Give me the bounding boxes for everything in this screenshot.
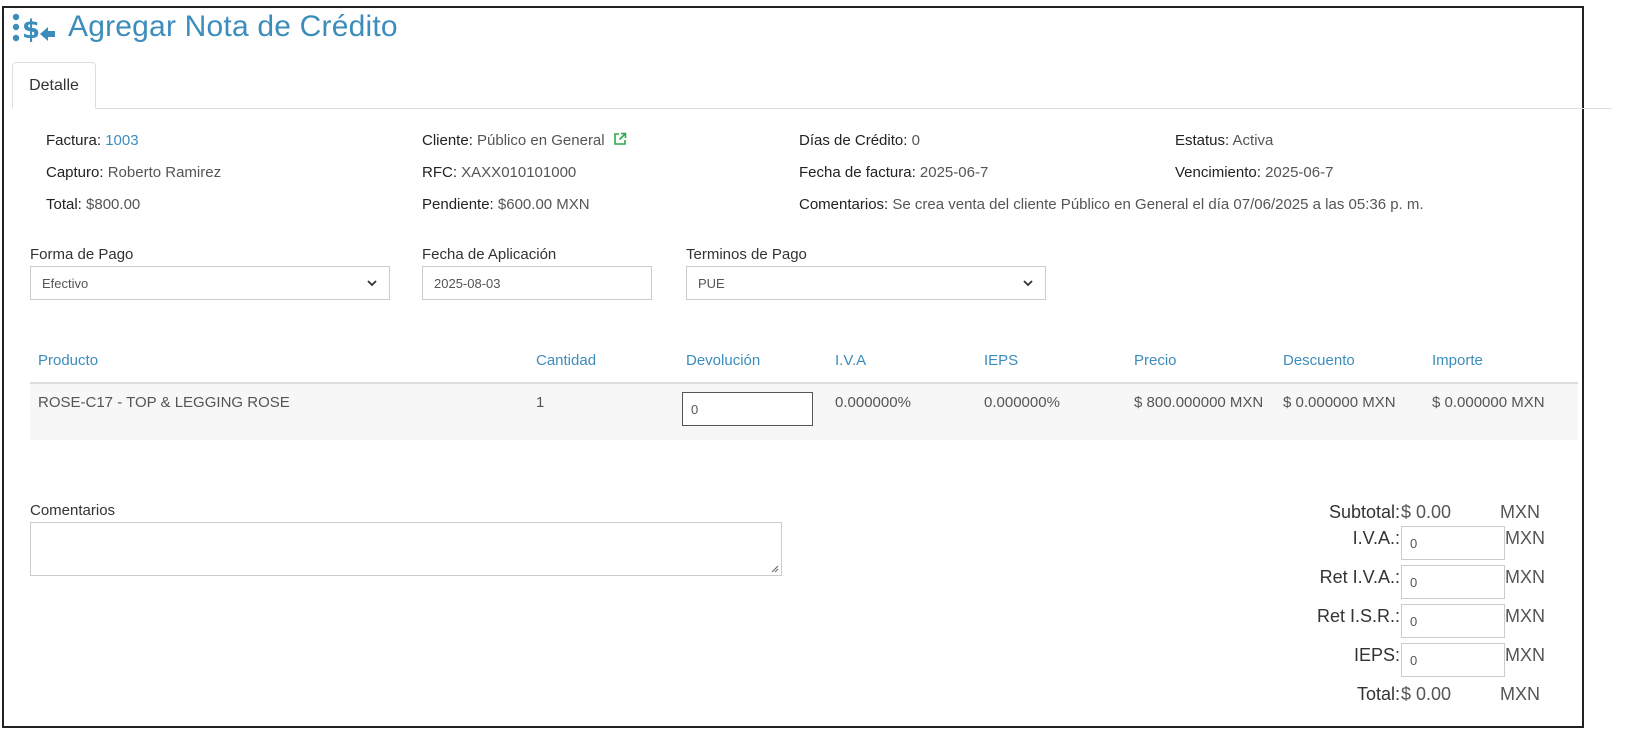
cliente-info: Cliente: Público en General <box>422 132 627 149</box>
total-label: Total: <box>46 196 82 213</box>
iva-input[interactable]: 0 <box>1401 526 1505 560</box>
chevron-down-icon <box>1023 280 1033 287</box>
cell-precio: $ 800.000000 MXN <box>1134 394 1264 411</box>
dias-credito-info: Días de Crédito: 0 <box>799 132 920 149</box>
svg-text:$: $ <box>22 15 40 45</box>
comentarios-label: Comentarios: <box>799 196 889 213</box>
pendiente-value: $600.00 MXN <box>497 196 590 213</box>
iva-input-value: 0 <box>1410 535 1418 551</box>
fecha-aplicacion-label: Fecha de Aplicación <box>422 246 557 263</box>
fecha-aplicacion-input[interactable]: 2025-08-03 <box>422 266 652 300</box>
cell-ieps: 0.000000% <box>984 394 1060 411</box>
col-precio[interactable]: Precio <box>1134 352 1177 369</box>
pendiente-info: Pendiente: $600.00 MXN <box>422 196 590 213</box>
vencimiento-info: Vencimiento: 2025-06-7 <box>1175 164 1333 181</box>
ret-isr-label: Ret I.S.R.: <box>1316 606 1400 626</box>
terminos-pago-select[interactable]: PUE <box>686 266 1046 300</box>
external-link-icon[interactable] <box>613 132 627 146</box>
ret-iva-input-value: 0 <box>1410 574 1418 590</box>
vencimiento-label: Vencimiento: <box>1175 164 1261 181</box>
estatus-info: Estatus: Activa <box>1175 132 1273 149</box>
ieps-input-value: 0 <box>1410 652 1418 668</box>
fecha-aplicacion-value: 2025-08-03 <box>434 275 501 291</box>
dias-credito-value: 0 <box>911 132 920 149</box>
terminos-pago-label: Terminos de Pago <box>686 246 807 263</box>
fecha-factura-info: Fecha de factura: 2025-06-7 <box>799 164 988 181</box>
capturo-value: Roberto Ramirez <box>107 164 222 181</box>
ret-iva-currency: MXN <box>1505 567 1545 587</box>
vencimiento-value: 2025-06-7 <box>1265 164 1334 181</box>
ieps-currency: MXN <box>1505 645 1545 665</box>
total-info: Total: $800.00 <box>46 196 140 213</box>
total-sum-value: $ 0.00 <box>1401 684 1452 704</box>
cell-importe: $ 0.000000 MXN <box>1432 394 1545 411</box>
ret-iva-label: Ret I.V.A.: <box>1319 567 1400 587</box>
pendiente-label: Pendiente: <box>422 196 494 213</box>
col-descuento[interactable]: Descuento <box>1283 352 1355 369</box>
total-sum-currency: MXN <box>1500 684 1540 704</box>
subtotal-currency: MXN <box>1500 502 1540 522</box>
devolucion-value: 0 <box>691 401 699 417</box>
ieps-label: IEPS: <box>1353 645 1400 665</box>
total-sum-label: Total: <box>1356 684 1400 704</box>
total-value: $800.00 <box>86 196 141 213</box>
terminos-pago-value: PUE <box>698 275 725 291</box>
devolucion-input[interactable]: 0 <box>682 392 813 426</box>
fecha-factura-label: Fecha de factura: <box>799 164 916 181</box>
forma-pago-label: Forma de Pago <box>30 246 134 263</box>
col-ieps[interactable]: IEPS <box>984 352 1018 369</box>
tabs-divider <box>12 108 1612 109</box>
ret-iva-input[interactable]: 0 <box>1401 565 1505 599</box>
chevron-down-icon <box>367 280 377 287</box>
rfc-label: RFC: <box>422 164 457 181</box>
subtotal-value: $ 0.00 <box>1401 502 1452 522</box>
dias-credito-label: Días de Crédito: <box>799 132 908 149</box>
ret-isr-input-value: 0 <box>1410 613 1418 629</box>
forma-pago-value: Efectivo <box>42 275 89 291</box>
capturo-label: Capturo: <box>46 164 104 181</box>
cliente-label: Cliente: <box>422 132 473 149</box>
cell-descuento: $ 0.000000 MXN <box>1283 394 1396 411</box>
ret-isr-currency: MXN <box>1505 606 1545 626</box>
cell-iva: 0.000000% <box>835 394 911 411</box>
col-importe[interactable]: Importe <box>1432 352 1483 369</box>
col-cantidad[interactable]: Cantidad <box>536 352 596 369</box>
iva-label: I.V.A.: <box>1352 528 1400 548</box>
forma-pago-select[interactable]: Efectivo <box>30 266 390 300</box>
comentarios-info: Comentarios: Se crea venta del cliente P… <box>799 196 1424 213</box>
comentarios-field-label: Comentarios <box>30 502 116 519</box>
tab-detalle[interactable]: Detalle <box>12 62 96 109</box>
estatus-value: Activa <box>1232 132 1274 149</box>
rfc-value: XAXX010101000 <box>461 164 577 181</box>
comentarios-textarea[interactable] <box>30 522 782 576</box>
money-transfer-icon: $ <box>12 13 55 45</box>
factura-info: Factura: 1003 <box>46 132 139 149</box>
estatus-label: Estatus: <box>1175 132 1230 149</box>
cell-cantidad: 1 <box>536 394 545 411</box>
col-producto[interactable]: Producto <box>38 352 98 369</box>
col-devolucion[interactable]: Devolución <box>686 352 760 369</box>
cliente-value: Público en General <box>477 132 605 149</box>
factura-label: Factura: <box>46 132 102 149</box>
col-iva[interactable]: I.V.A <box>835 352 866 369</box>
comentarios-value: Se crea venta del cliente Público en Gen… <box>892 196 1424 213</box>
factura-link[interactable]: 1003 <box>105 132 138 149</box>
fecha-factura-value: 2025-06-7 <box>919 164 989 181</box>
resize-handle-icon[interactable] <box>770 564 779 573</box>
ieps-input[interactable]: 0 <box>1401 643 1505 677</box>
iva-currency: MXN <box>1505 528 1545 548</box>
ret-isr-input[interactable]: 0 <box>1401 604 1505 638</box>
cell-producto: ROSE-C17 - TOP & LEGGING ROSE <box>38 394 290 411</box>
page-title: Agregar Nota de Crédito <box>68 10 398 43</box>
capturo-info: Capturo: Roberto Ramirez <box>46 164 221 181</box>
subtotal-label: Subtotal: <box>1328 502 1400 522</box>
rfc-info: RFC: XAXX010101000 <box>422 164 576 181</box>
